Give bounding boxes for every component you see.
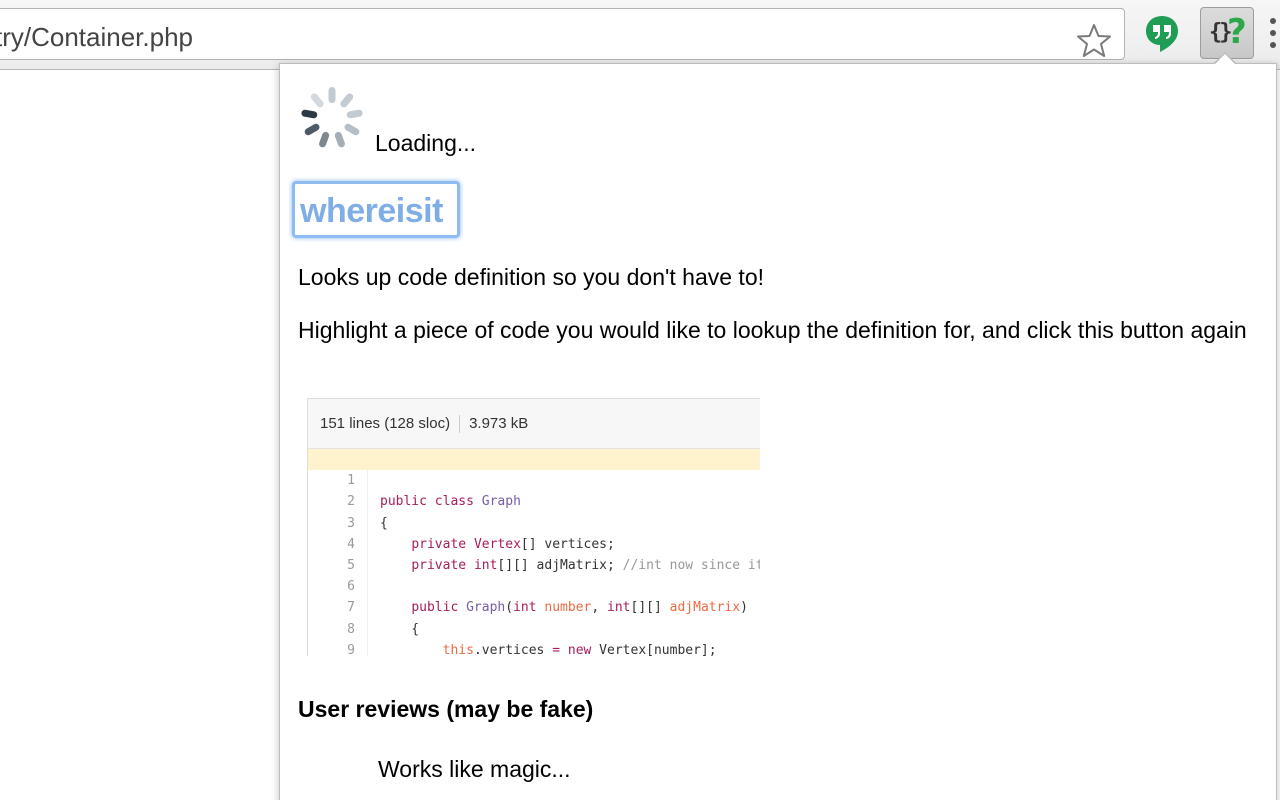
code-line: 3 private Vertex[] vertices; xyxy=(308,491,760,552)
code-line: 8 this.vertices = new Vertex[number]; xyxy=(308,597,760,656)
review-item: Works like magic... xyxy=(378,756,571,782)
spinner-icon xyxy=(301,87,363,148)
code-line: 6 public Graph(int number, int[][] adjMa… xyxy=(308,555,760,615)
code-listing: 1 public class Graph 2 { 3 private Verte… xyxy=(308,449,760,656)
star-icon[interactable] xyxy=(1075,22,1113,60)
code-line: 7 { xyxy=(308,576,760,637)
file-size: 3.973 kB xyxy=(469,415,529,432)
instructions: Highlight a piece of code you would like… xyxy=(298,317,1247,343)
code-line: 2 { xyxy=(308,470,760,531)
line-count: 151 lines (128 sloc) xyxy=(320,415,451,432)
browser-toolbar: try/Container.php {} ? xyxy=(0,0,1280,70)
popup-arrow-inner xyxy=(1214,54,1236,65)
address-bar[interactable]: try/Container.php xyxy=(0,8,1125,60)
app-title[interactable]: whereisit xyxy=(300,192,443,231)
loading-text: Loading... xyxy=(375,130,477,156)
tagline: Looks up code definition so you don't ha… xyxy=(298,264,764,290)
code-line: 5 xyxy=(308,534,760,577)
whereisit-title-link[interactable]: whereisit xyxy=(292,181,460,238)
reviews-heading: User reviews (may be fake) xyxy=(298,696,594,722)
code-file-info: 151 lines (128 sloc) 3.973 kB xyxy=(308,399,760,449)
code-line: 10 for(int i=0; i<number; i++) xyxy=(308,640,760,656)
question-icon: ? xyxy=(1227,12,1247,52)
code-line: 4 private int[][] adjMatrix; //int now s… xyxy=(308,513,760,573)
hangouts-icon[interactable] xyxy=(1144,14,1180,54)
url-text[interactable]: try/Container.php xyxy=(0,22,193,53)
code-line: 1 public class Graph xyxy=(308,449,760,509)
more-vert-icon[interactable] xyxy=(1268,18,1280,52)
code-preview-image: 151 lines (128 sloc) 3.973 kB 1 public cl… xyxy=(307,398,760,656)
code-line: 9 xyxy=(308,619,760,656)
